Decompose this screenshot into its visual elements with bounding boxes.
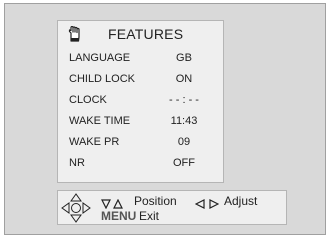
setting-value: 11:43 (170, 115, 198, 127)
setting-label: NR (69, 157, 85, 169)
setting-value: ON (175, 73, 193, 85)
setting-label: LANGUAGE (69, 52, 131, 64)
menu-title-bar: FEATURES (58, 25, 223, 45)
position-hint: Position (134, 194, 177, 208)
setting-value: OFF (173, 157, 195, 169)
left-right-arrows-icon (194, 196, 220, 214)
setting-row-clock[interactable]: CLOCK - - : - - (58, 90, 223, 111)
setting-row-wake-time[interactable]: WAKE TIME 11:43 (58, 111, 223, 132)
settings-list: LANGUAGE GB CHILD LOCK ON CLOCK - - : - … (58, 48, 223, 174)
menu-key-label: MENU (101, 209, 137, 223)
setting-label: CHILD LOCK (69, 73, 136, 85)
hand-pointer-icon (68, 25, 82, 42)
setting-row-child-lock[interactable]: CHILD LOCK ON (58, 69, 223, 90)
directional-pad-icon (61, 193, 91, 223)
help-bar: Position Adjust MENU Exit (57, 190, 287, 225)
adjust-hint: Adjust (224, 194, 258, 208)
tv-screen: FEATURES LANGUAGE GB CHILD LOCK ON CLOCK… (4, 3, 326, 235)
exit-hint: Exit (139, 209, 160, 223)
setting-value: GB (176, 52, 192, 64)
setting-label: CLOCK (69, 94, 107, 106)
setting-value: - - : - - (169, 94, 199, 106)
setting-row-language[interactable]: LANGUAGE GB (58, 48, 223, 69)
setting-label: WAKE PR (69, 136, 120, 148)
page-title: FEATURES (108, 26, 184, 42)
setting-row-nr[interactable]: NR OFF (58, 153, 223, 174)
setting-value: 09 (177, 136, 191, 148)
features-menu: FEATURES LANGUAGE GB CHILD LOCK ON CLOCK… (57, 20, 224, 183)
setting-row-wake-pr[interactable]: WAKE PR 09 (58, 132, 223, 153)
setting-label: WAKE TIME (69, 115, 131, 127)
